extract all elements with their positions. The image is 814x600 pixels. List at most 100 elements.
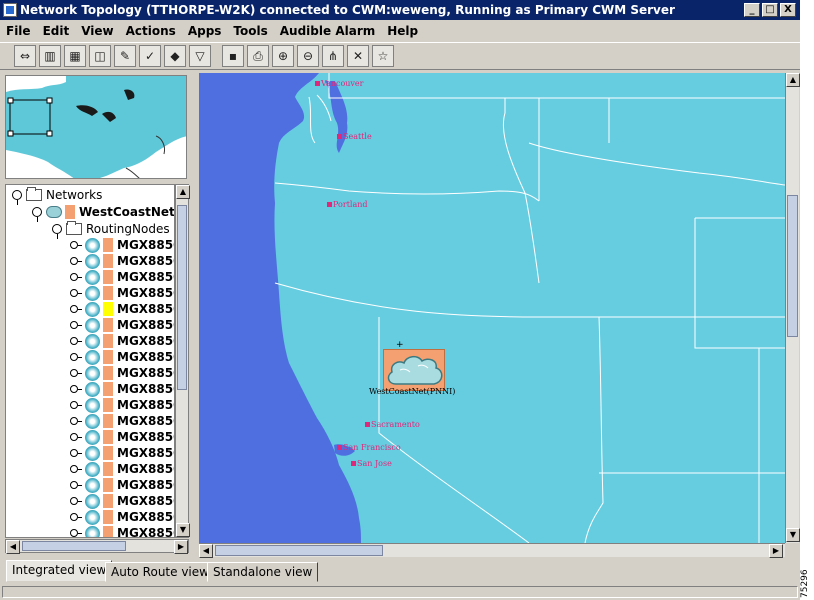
tree-node-row[interactable]: MGX8850 [70, 493, 174, 509]
star-icon[interactable]: ☆ [372, 45, 394, 67]
tab-standalone-view[interactable]: Standalone view [207, 562, 319, 582]
node-link-icon[interactable] [70, 432, 82, 442]
scroll-down-button[interactable]: ▼ [786, 528, 800, 542]
topology-map[interactable]: Vancouver Seattle Portland Sacramento Sa… [199, 73, 785, 543]
tree-node-row[interactable]: MGX8850 [70, 237, 174, 253]
network-cloud-node[interactable] [383, 349, 445, 391]
tree-node-row[interactable]: MGX8850 [70, 429, 174, 445]
scroll-thumb[interactable] [177, 205, 187, 390]
tree-vertical-scrollbar[interactable]: ▲ ▼ [175, 184, 190, 538]
map-horizontal-scrollbar[interactable]: ◀ ▶ [199, 543, 785, 558]
scroll-left-button[interactable]: ◀ [6, 540, 20, 554]
tree-node-row[interactable]: MGX8850 [70, 509, 174, 525]
close-button[interactable]: X [780, 3, 796, 17]
map-vertical-scrollbar[interactable]: ▲ ▼ [785, 73, 800, 543]
node-link-icon[interactable] [70, 336, 82, 346]
node-link-icon[interactable] [70, 368, 82, 378]
tree-node-row[interactable]: MGX8850 [70, 381, 174, 397]
tree-root-row[interactable]: Networks [12, 187, 102, 205]
node-link-icon[interactable] [70, 400, 82, 410]
menu-audible-alarm[interactable]: Audible Alarm [280, 24, 375, 38]
grid-icon[interactable]: ▦ [64, 45, 86, 67]
menu-view[interactable]: View [81, 24, 113, 38]
menu-help[interactable]: Help [387, 24, 418, 38]
node-link-icon[interactable] [70, 304, 82, 314]
scroll-thumb[interactable] [787, 195, 798, 337]
scroll-right-button[interactable]: ▶ [769, 544, 783, 558]
node-link-icon[interactable] [70, 288, 82, 298]
zoom-out-icon[interactable]: ⊖ [297, 45, 319, 67]
node-link-icon[interactable] [70, 320, 82, 330]
expand-pin-icon[interactable] [32, 207, 42, 222]
scroll-down-button[interactable]: ▼ [176, 523, 190, 537]
chart-icon[interactable]: ▥ [39, 45, 61, 67]
node-link-icon[interactable] [70, 480, 82, 490]
note-icon[interactable]: ✎ [114, 45, 136, 67]
city-marker[interactable]: San Francisco [337, 443, 401, 452]
tree-node-row[interactable]: MGX8850 [70, 349, 174, 365]
expand-pin-icon[interactable] [12, 190, 22, 205]
node-link-icon[interactable] [70, 256, 82, 266]
tree-node-row[interactable]: MGX8850 [70, 333, 174, 349]
city-marker[interactable]: San Jose [351, 459, 392, 468]
node-link-icon[interactable] [70, 384, 82, 394]
tree-network-row[interactable]: WestCoastNet [32, 204, 174, 222]
network-tree[interactable]: Networks WestCoastNet RoutingNodes MGX88… [5, 184, 175, 538]
menu-actions[interactable]: Actions [126, 24, 176, 38]
minimize-button[interactable]: _ [744, 3, 760, 17]
tree-node-row[interactable]: MGX8850 [70, 413, 174, 429]
tree-node-row[interactable]: MGX8850 [70, 397, 174, 413]
tree-horizontal-scrollbar[interactable]: ◀ ▶ [5, 539, 189, 554]
filter-icon[interactable]: ▽ [189, 45, 211, 67]
tree-node-row[interactable]: MGX8850 [70, 253, 174, 269]
save-icon[interactable]: ▪ [222, 45, 244, 67]
tree-node-row[interactable]: MGX8850 [70, 461, 174, 477]
tree-node-row[interactable]: MGX8850 [70, 301, 174, 317]
tree-folder-row[interactable]: RoutingNodes [52, 221, 170, 239]
tab-integrated-view[interactable]: Integrated view [6, 560, 113, 582]
scroll-up-button[interactable]: ▲ [176, 185, 190, 199]
scroll-left-button[interactable]: ◀ [199, 544, 213, 558]
node-link-icon[interactable] [70, 448, 82, 458]
node-link-icon[interactable] [70, 464, 82, 474]
menu-edit[interactable]: Edit [43, 24, 70, 38]
node-link-icon[interactable] [70, 272, 82, 282]
tree-node-row[interactable]: MGX8850 [70, 365, 174, 381]
scroll-right-button[interactable]: ▶ [174, 540, 188, 554]
print-icon[interactable]: ⎙ [247, 45, 269, 67]
layout-icon[interactable]: ⇔ [14, 45, 36, 67]
tree-node-row[interactable]: MGX8850 [70, 269, 174, 285]
layers-icon[interactable]: ◆ [164, 45, 186, 67]
tree-node-row[interactable]: MGX8850 [70, 317, 174, 333]
overview-map[interactable] [5, 75, 187, 179]
node-link-icon[interactable] [70, 528, 82, 537]
check-icon[interactable]: ✓ [139, 45, 161, 67]
city-marker[interactable]: Vancouver [315, 79, 364, 88]
tree-icon[interactable]: ⋔ [322, 45, 344, 67]
menu-file[interactable]: File [6, 24, 31, 38]
box-icon[interactable]: ◫ [89, 45, 111, 67]
expand-pin-icon[interactable] [52, 224, 62, 239]
tree-node-row[interactable]: MGX8850 [70, 285, 174, 301]
node-link-icon[interactable] [70, 512, 82, 522]
menu-tools[interactable]: Tools [233, 24, 267, 38]
city-marker[interactable]: Portland [327, 200, 368, 209]
tree-node-row[interactable]: MGX8850 [70, 445, 174, 461]
scroll-thumb[interactable] [22, 541, 126, 551]
city-marker[interactable]: Seattle [337, 132, 372, 141]
maximize-button[interactable]: □ [762, 3, 778, 17]
tree-node-row[interactable]: MGX8850 [70, 525, 174, 537]
tab-auto-route-view[interactable]: Auto Route view [105, 562, 215, 582]
node-link-icon[interactable] [70, 352, 82, 362]
node-link-icon[interactable] [70, 240, 82, 250]
tree-node-row[interactable]: MGX8850 [70, 477, 174, 493]
node-link-icon[interactable] [70, 416, 82, 426]
city-marker[interactable]: Sacramento [365, 420, 420, 429]
scroll-up-button[interactable]: ▲ [786, 73, 800, 87]
zoom-in-icon[interactable]: ⊕ [272, 45, 294, 67]
fit-icon[interactable]: ✕ [347, 45, 369, 67]
title-bar[interactable]: Network Topology (TTHORPE-W2K) connected… [0, 0, 800, 20]
menu-apps[interactable]: Apps [188, 24, 222, 38]
node-link-icon[interactable] [70, 496, 82, 506]
scroll-thumb[interactable] [215, 545, 383, 556]
